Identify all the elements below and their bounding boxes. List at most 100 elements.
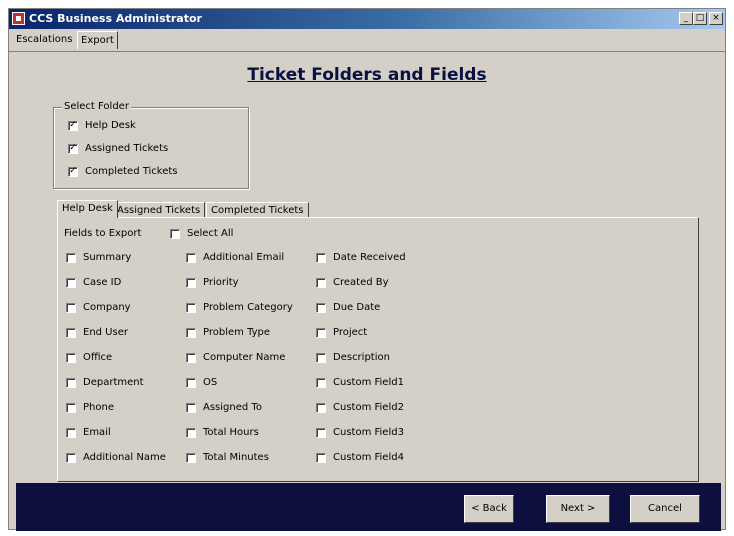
field-checkbox[interactable]: Custom Field1	[316, 377, 404, 388]
field-checkbox[interactable]: Assigned To	[186, 402, 262, 413]
field-checkbox[interactable]: Case ID	[66, 277, 121, 288]
checkbox-unchecked[interactable]	[170, 228, 180, 239]
checkbox-unchecked[interactable]	[66, 402, 76, 413]
field-checkbox[interactable]: Summary	[66, 252, 131, 263]
field-checkbox[interactable]: OS	[186, 377, 217, 388]
checkbox-unchecked[interactable]	[186, 277, 196, 288]
field-checkbox[interactable]: Department	[66, 377, 144, 388]
checkbox-unchecked[interactable]	[186, 302, 196, 313]
checkbox-unchecked[interactable]	[186, 252, 196, 263]
field-checkbox[interactable]: Description	[316, 352, 390, 363]
folder-assigned-tickets-checkbox[interactable]: ✓ Assigned Tickets	[68, 143, 168, 154]
checkbox-label: Date Received	[333, 252, 406, 263]
checkbox-unchecked[interactable]	[66, 302, 76, 313]
checkbox-label: Additional Name	[83, 452, 166, 463]
folder-completed-tickets-checkbox[interactable]: ✓ Completed Tickets	[68, 166, 178, 177]
checkbox-unchecked[interactable]	[66, 327, 76, 338]
checkbox-unchecked[interactable]	[316, 427, 326, 438]
checkbox-unchecked[interactable]	[66, 277, 76, 288]
checkbox-unchecked[interactable]	[66, 452, 76, 463]
checkbox-unchecked[interactable]	[316, 452, 326, 463]
field-checkbox[interactable]: Problem Type	[186, 327, 270, 338]
tab-completed-tickets[interactable]: Completed Tickets	[206, 202, 309, 217]
field-checkbox[interactable]: Custom Field4	[316, 452, 404, 463]
field-checkbox[interactable]: Total Minutes	[186, 452, 269, 463]
checkbox-label: Total Hours	[203, 427, 259, 438]
field-checkbox[interactable]: Project	[316, 327, 367, 338]
maximize-button[interactable]: □	[693, 12, 707, 25]
checkbox-label: Custom Field4	[333, 452, 404, 463]
tab-escalations[interactable]: Escalations	[13, 33, 75, 46]
checkbox-unchecked[interactable]	[66, 377, 76, 388]
tab-assigned-tickets[interactable]: Assigned Tickets	[112, 202, 206, 217]
app-icon	[12, 12, 25, 25]
field-checkbox[interactable]: Additional Email	[186, 252, 284, 263]
checkbox-checked[interactable]: ✓	[68, 120, 78, 131]
field-checkbox[interactable]: Custom Field3	[316, 427, 404, 438]
checkbox-unchecked[interactable]	[186, 452, 196, 463]
title-bar[interactable]: CCS Business Administrator _ □ ×	[9, 9, 725, 29]
select-all-checkbox[interactable]: Select All	[170, 228, 233, 239]
checkbox-unchecked[interactable]	[316, 252, 326, 263]
page-title: Ticket Folders and Fields	[247, 65, 487, 85]
checkbox-label: Problem Category	[203, 302, 293, 313]
field-checkbox[interactable]: Phone	[66, 402, 114, 413]
field-checkbox[interactable]: Priority	[186, 277, 239, 288]
field-checkbox[interactable]: Total Hours	[186, 427, 259, 438]
checkbox-label: Computer Name	[203, 352, 286, 363]
field-checkbox[interactable]: Problem Category	[186, 302, 293, 313]
checkbox-unchecked[interactable]	[316, 377, 326, 388]
field-checkbox[interactable]: Created By	[316, 277, 389, 288]
cancel-button[interactable]: Cancel	[630, 495, 700, 523]
field-checkbox[interactable]: Email	[66, 427, 111, 438]
select-folder-legend: Select Folder	[62, 101, 131, 112]
checkbox-label: Summary	[83, 252, 132, 263]
checkbox-unchecked[interactable]	[66, 252, 76, 263]
field-checkbox[interactable]: End User	[66, 327, 128, 338]
checkbox-checked[interactable]: ✓	[68, 166, 78, 177]
app-window: CCS Business Administrator _ □ × Escalat…	[8, 8, 726, 531]
checkbox-label: Company	[83, 302, 131, 313]
checkbox-label: Custom Field2	[333, 402, 404, 413]
checkbox-unchecked[interactable]	[316, 352, 326, 363]
checkbox-unchecked[interactable]	[316, 402, 326, 413]
checkbox-unchecked[interactable]	[316, 302, 326, 313]
fields-panel: Fields to Export Select All Summary Case …	[57, 217, 699, 482]
close-button[interactable]: ×	[709, 12, 723, 25]
checkbox-unchecked[interactable]	[316, 277, 326, 288]
checkbox-unchecked[interactable]	[186, 352, 196, 363]
checkbox-unchecked[interactable]	[316, 327, 326, 338]
back-button[interactable]: < Back	[464, 495, 514, 523]
checkbox-label: Assigned Tickets	[85, 143, 169, 154]
field-checkbox[interactable]: Date Received	[316, 252, 406, 263]
field-checkbox[interactable]: Additional Name	[66, 452, 166, 463]
folder-help-desk-checkbox[interactable]: ✓ Help Desk	[68, 120, 136, 131]
checkbox-unchecked[interactable]	[186, 327, 196, 338]
minimize-button[interactable]: _	[679, 12, 693, 25]
top-tab-bar: Escalations Export	[9, 29, 725, 52]
checkbox-label: Total Minutes	[203, 452, 269, 463]
next-button[interactable]: Next >	[546, 495, 610, 523]
checkbox-label: Assigned To	[203, 402, 262, 413]
checkbox-label: Description	[333, 352, 390, 363]
checkbox-unchecked[interactable]	[186, 377, 196, 388]
field-checkbox[interactable]: Company	[66, 302, 131, 313]
checkbox-label: OS	[203, 377, 218, 388]
field-checkbox[interactable]: Due Date	[316, 302, 380, 313]
checkbox-label: Completed Tickets	[85, 166, 178, 177]
footer-bar: < Back Next > Cancel	[16, 483, 721, 531]
checkbox-label: Phone	[83, 402, 114, 413]
checkbox-checked[interactable]: ✓	[68, 143, 78, 154]
checkbox-unchecked[interactable]	[66, 427, 76, 438]
checkbox-unchecked[interactable]	[186, 402, 196, 413]
checkbox-label: Additional Email	[203, 252, 285, 263]
tab-export[interactable]: Export	[77, 31, 118, 49]
tab-help-desk[interactable]: Help Desk	[57, 200, 118, 218]
field-checkbox[interactable]: Office	[66, 352, 112, 363]
checkbox-label: Office	[83, 352, 113, 363]
field-checkbox[interactable]: Computer Name	[186, 352, 285, 363]
checkbox-unchecked[interactable]	[66, 352, 76, 363]
field-checkbox[interactable]: Custom Field2	[316, 402, 404, 413]
checkbox-label: Custom Field3	[333, 427, 404, 438]
checkbox-unchecked[interactable]	[186, 427, 196, 438]
